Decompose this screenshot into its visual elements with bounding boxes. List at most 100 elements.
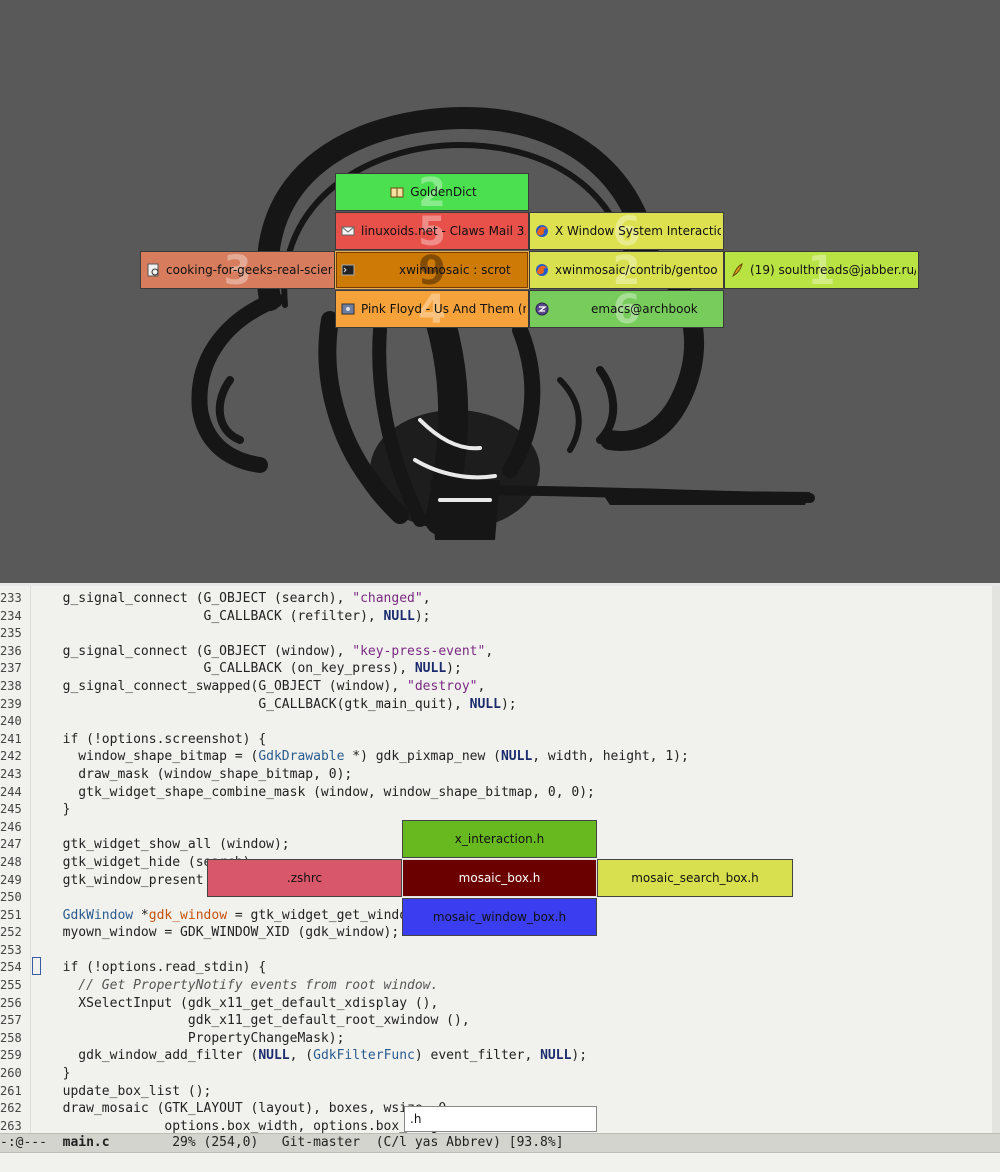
scrollbar[interactable] (992, 586, 1000, 1134)
music-icon (341, 303, 355, 315)
code-text: gtk_widget_show_all (window); (47, 836, 290, 854)
code-token: GdkDrawable (258, 749, 345, 765)
code-line: 261 update_box_list (); (0, 1083, 211, 1101)
line-number: 243 (0, 766, 22, 781)
code-line: 239 G_CALLBACK(gtk_main_quit), NULL); (0, 696, 517, 714)
mode-line-status: 29% (254,0) Git-master (C/l yas Abbrev) … (109, 1135, 564, 1150)
line-number: 240 (0, 714, 22, 729)
code-line: 259 gdk_window_add_filter (NULL, (GdkFil… (0, 1047, 587, 1065)
code-token: NULL (540, 1048, 572, 1064)
line-number: 258 (0, 1030, 22, 1045)
firefox-icon (536, 225, 548, 237)
code-text: PropertyChangeMask); (47, 1030, 345, 1048)
code-line: 253 (0, 942, 24, 960)
code-line: 255 // Get PropertyNotify events from ro… (0, 977, 438, 995)
code-line: 251 GdkWindow *gdk_window = gtk_widget_g… (0, 907, 493, 925)
search-input[interactable]: .h (404, 1106, 597, 1132)
code-line: 246 (0, 819, 24, 837)
code-line: 250 (0, 889, 24, 907)
line-number: 259 (0, 1048, 22, 1063)
line-number: 239 (0, 696, 22, 711)
code-token: G_CALLBACK (on_key_press), (47, 661, 415, 677)
code-line: 243 draw_mask (window_shape_bitmap, 0); (0, 766, 352, 784)
window-tile-goldendict[interactable]: 2 GoldenDict (335, 173, 529, 211)
line-number: 238 (0, 678, 22, 693)
code-text: XSelectInput (gdk_x11_get_default_xdispl… (47, 995, 438, 1013)
code-line: 234 G_CALLBACK (refilter), NULL); (0, 608, 431, 626)
code-token: ) event_filter, (414, 1048, 541, 1064)
line-number: 260 (0, 1066, 22, 1081)
feather-icon (732, 263, 743, 277)
line-number: 250 (0, 890, 22, 905)
code-token: g_signal_connect_swapped(G_OBJECT (windo… (47, 678, 408, 694)
code-token: gtk_widget_show_all (window); (47, 837, 290, 853)
line-number: 256 (0, 995, 22, 1010)
window-tile-claws-mail[interactable]: 5 linuxoids.net - Claws Mail 3.8.0 (335, 212, 529, 250)
file-tile-label: x_interaction.h (454, 832, 545, 846)
code-token: NULL (500, 749, 533, 765)
code-line: 238 g_signal_connect_swapped(G_OBJECT (w… (0, 678, 485, 696)
code-token: if (!options.read_stdin) { (47, 960, 267, 976)
line-number: 248 (0, 854, 22, 869)
code-token: XSelectInput (gdk_x11_get_default_xdispl… (47, 995, 439, 1011)
minibuffer[interactable] (0, 1153, 1000, 1172)
code-text: g_signal_connect (G_OBJECT (search), "ch… (47, 590, 431, 608)
mode-line-buffer-name: main.c (62, 1135, 110, 1150)
line-number: 237 (0, 661, 22, 676)
code-token: gtk_widget_shape_combine_mask (window, w… (47, 784, 595, 800)
code-text: gtk_widget_shape_combine_mask (window, w… (47, 784, 595, 802)
code-text: g_signal_connect_swapped(G_OBJECT (windo… (47, 678, 486, 696)
file-tile-zshrc[interactable]: .zshrc (207, 859, 402, 897)
desktop: 2 GoldenDict 5 linuxoids.net - Claws Mai… (0, 0, 1000, 583)
file-tile-x-interaction[interactable]: x_interaction.h (402, 820, 597, 858)
code-line: 249 gtk_window_present (GTK_WINDOW (wind… (0, 872, 384, 890)
window-tile-cooking-for-geeks[interactable]: 3 cooking-for-geeks-real-science (140, 251, 335, 289)
line-number: 241 (0, 731, 22, 746)
code-line: 254 if (!options.read_stdin) { (0, 959, 266, 977)
code-line: 244 gtk_widget_shape_combine_mask (windo… (0, 784, 595, 802)
code-token: GdkFilterFunc (313, 1048, 415, 1064)
code-text: draw_mosaic (GTK_LAYOUT (layout), boxes,… (47, 1100, 454, 1118)
code-token: ); (446, 661, 462, 677)
code-token: , (422, 591, 431, 606)
code-token: NULL (258, 1048, 290, 1064)
code-area[interactable]: 233 g_signal_connect (G_OBJECT (search),… (0, 590, 689, 1135)
window-tile-emacs[interactable]: 6 emacs@archbook (529, 290, 724, 328)
line-number: 262 (0, 1101, 22, 1116)
tile-label: cooking-for-geeks-real-science (166, 263, 332, 277)
window-tile-xwinmosaic-gentoo[interactable]: 2 xwinmosaic/contrib/gentoo at m (529, 251, 724, 289)
mail-icon (341, 226, 355, 236)
code-text: if (!options.read_stdin) { (47, 959, 267, 977)
window-tile-x-window-interaction[interactable]: 6 X Window System Interaction - M (529, 212, 724, 250)
line-number: 252 (0, 925, 22, 940)
code-line: 257 gdk_x11_get_default_root_xwindow (), (0, 1012, 470, 1030)
code-line: 258 PropertyChangeMask); (0, 1030, 344, 1048)
line-number: 247 (0, 837, 22, 852)
mode-line-prefix: -:@--- (0, 1135, 63, 1150)
code-token: // Get PropertyNotify events from root w… (47, 978, 439, 994)
code-text: window_shape_bitmap = (GdkDrawable *) gd… (47, 748, 689, 766)
file-tile-mosaic-box[interactable]: mosaic_box.h (402, 859, 597, 897)
code-token: if (!options.screenshot) { (47, 731, 267, 747)
window-tile-xwinmosaic-scrot[interactable]: 9 xwinmosaic : scrot (335, 251, 529, 289)
window-tile-ncmpcpp[interactable]: 4 Pink Floyd - Us And Them (ncmpc (335, 290, 529, 328)
code-line: 245 } (0, 801, 70, 819)
line-number: 251 (0, 907, 22, 922)
window-tile-jabber[interactable]: 1 (19) soulthreads@jabber.ru/tkab (724, 251, 919, 289)
code-text: } (47, 801, 71, 819)
code-token: * (133, 907, 149, 923)
code-line: 252 myown_window = GDK_WINDOW_XID (gdk_w… (0, 924, 399, 942)
code-line: 236 g_signal_connect (G_OBJECT (window),… (0, 643, 493, 661)
line-number: 257 (0, 1013, 22, 1028)
code-token: GdkWindow (47, 907, 134, 923)
file-tile-mosaic-window-box[interactable]: mosaic_window_box.h (402, 898, 597, 936)
code-token: NULL (469, 696, 501, 712)
emacs-editor[interactable]: 233 g_signal_connect (G_OBJECT (search),… (0, 586, 1000, 1172)
file-tile-mosaic-search-box[interactable]: mosaic_search_box.h (597, 859, 793, 897)
tile-label: xwinmosaic : scrot (399, 263, 511, 277)
document-viewer-icon (147, 263, 159, 277)
code-token: "destroy" (407, 678, 478, 694)
code-token: myown_window = GDK_WINDOW_XID (gdk_windo… (47, 925, 400, 941)
code-line: 233 g_signal_connect (G_OBJECT (search),… (0, 590, 431, 608)
tile-label: linuxoids.net - Claws Mail 3.8.0 (361, 224, 526, 238)
